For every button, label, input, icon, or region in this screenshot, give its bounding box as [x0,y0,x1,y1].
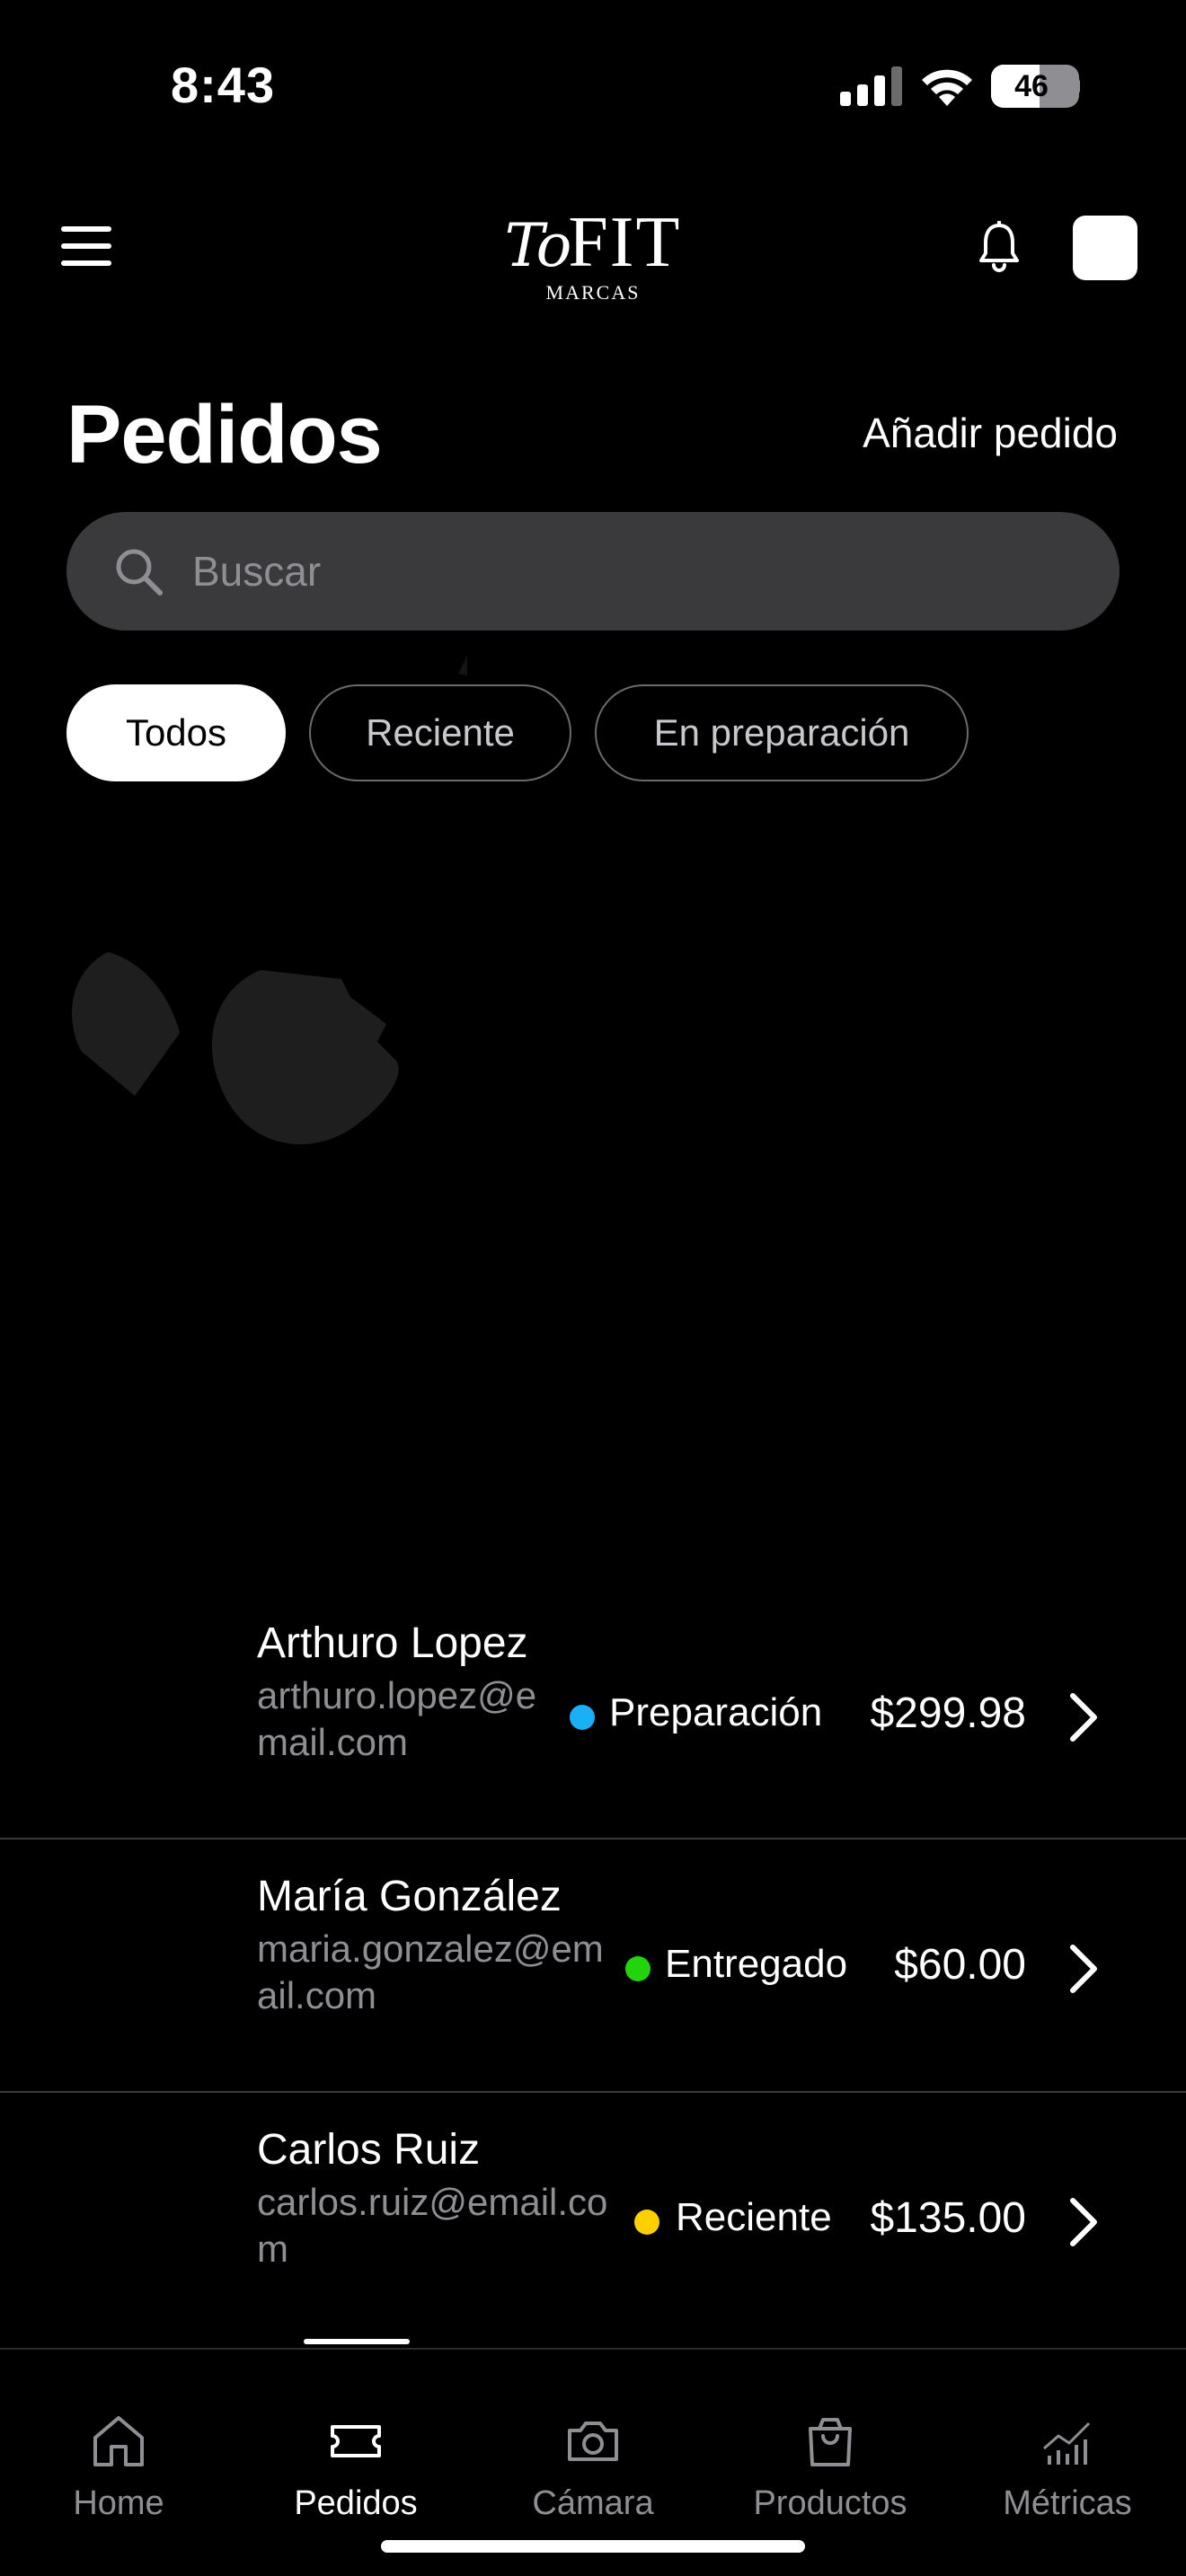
order-customer-name: María González [257,1873,562,1920]
chevron-right-icon[interactable] [1067,1944,1100,1994]
profile-avatar-button[interactable] [1073,216,1137,280]
ticket-icon [331,2425,381,2457]
tab-label: Cámara [532,2484,654,2522]
home-indicator [381,2540,805,2553]
battery-icon: 46 [991,65,1080,108]
tab-metricas[interactable]: Métricas [949,2350,1186,2529]
tab-home[interactable]: Home [0,2350,237,2529]
order-row[interactable]: María González maria.gonzalez@em ail.com… [0,1839,1186,2093]
order-price: $299.98 [870,1689,1026,1737]
tab-label: Home [73,2484,164,2522]
house-icon [93,2416,144,2466]
chart-icon [1043,2422,1091,2465]
status-label: Entregado [665,1942,848,1986]
chevron-right-icon[interactable] [1067,2197,1100,2247]
bell-icon[interactable] [978,221,1021,273]
email-line: maria.gonzalez@em [257,1928,604,1970]
scroll-indicator [304,2339,410,2344]
page-title: Pedidos [66,389,383,481]
status-dot [634,2210,659,2235]
tab-productos[interactable]: Productos [712,2350,949,2529]
order-row[interactable]: Arthuro Lopez arthuro.lopez@e mail.com P… [0,1586,1186,1839]
camera-icon [568,2422,618,2461]
order-price: $135.00 [870,2194,1026,2242]
status-dot [625,1956,651,1981]
email-line: mail.com [257,1721,409,1763]
search-icon [116,549,163,595]
order-customer-email: carlos.ruiz@email.co m [257,2179,607,2272]
logo-main: FIT [568,203,682,282]
order-customer-name: Arthuro Lopez [257,1619,528,1667]
order-customer-email: maria.gonzalez@em ail.com [257,1926,604,2019]
status-dot [570,1705,595,1730]
tab-label: Métricas [1003,2484,1132,2522]
status-time: 8:43 [171,57,276,113]
hamburger-menu-icon[interactable] [61,226,111,266]
cellular-signal-icon [840,66,902,106]
search-input[interactable] [192,512,1091,631]
email-line: carlos.ruiz@email.co [257,2181,608,2223]
email-line: ail.com [257,1974,377,2016]
tab-camara[interactable]: Cámara [474,2350,712,2529]
battery-level: 46 [1014,69,1049,103]
logo-script: To [504,211,572,280]
status-label: Reciente [676,2195,832,2239]
filter-chip-en-preparacion[interactable]: En preparación [595,684,969,781]
order-customer-email: arthuro.lopez@e mail.com [257,1672,536,1766]
tab-label: Productos [753,2484,907,2522]
brand-logo: ToFIT MARCAS [485,202,701,310]
chevron-right-icon[interactable] [1067,1692,1100,1742]
filter-chip-reciente[interactable]: Reciente [309,684,571,781]
tab-pedidos[interactable]: Pedidos [237,2350,474,2529]
tab-label: Pedidos [294,2484,418,2522]
order-customer-name: Carlos Ruiz [257,2126,481,2174]
search-bar[interactable] [66,512,1120,631]
shopping-bag-icon [809,2418,852,2466]
wifi-icon [922,69,972,106]
logo-sub: MARCAS [545,281,641,304]
email-line: m [257,2228,288,2270]
filter-chip-todos[interactable]: Todos [66,684,286,781]
status-label: Preparación [609,1690,823,1734]
email-line: arthuro.lopez@e [257,1674,537,1716]
order-row[interactable]: Carlos Ruiz carlos.ruiz@email.co m Recie… [0,2093,1186,2346]
order-price: $60.00 [894,1941,1026,1989]
add-order-button[interactable]: Añadir pedido [863,409,1118,457]
status-bar: 8:43 46 [0,0,1186,171]
